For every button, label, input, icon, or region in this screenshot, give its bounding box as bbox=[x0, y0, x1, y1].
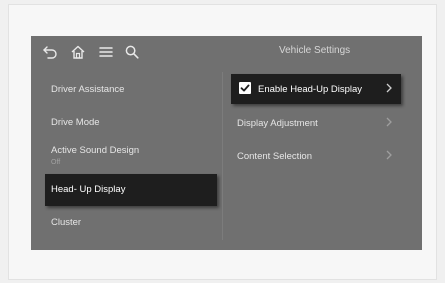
menu-item-label: Active Sound Design bbox=[51, 145, 140, 156]
menu-item-label: Head- Up Display bbox=[51, 184, 126, 195]
menu-item-cluster[interactable]: Cluster bbox=[45, 207, 217, 239]
left-menu: Driver Assistance Drive Mode Active Soun… bbox=[31, 72, 221, 250]
option-label: Content Selection bbox=[237, 151, 312, 162]
chevron-right-icon bbox=[383, 148, 395, 162]
option-content-selection[interactable]: Content Selection bbox=[231, 141, 401, 171]
panel-divider bbox=[222, 72, 223, 240]
menu-item-label: Driver Assistance bbox=[51, 84, 125, 95]
menu-item-label: Drive Mode bbox=[51, 117, 100, 128]
menu-item-drive-mode[interactable]: Drive Mode bbox=[45, 107, 217, 139]
option-enable-head-up-display[interactable]: Enable Head-Up Display bbox=[231, 74, 401, 104]
menu-item-label: Cluster bbox=[51, 217, 82, 228]
search-icon[interactable] bbox=[123, 43, 141, 61]
home-icon[interactable] bbox=[69, 43, 87, 61]
menu-item-driver-assistance[interactable]: Driver Assistance bbox=[45, 74, 217, 106]
option-label: Display Adjustment bbox=[237, 118, 318, 129]
chevron-right-icon bbox=[383, 115, 395, 129]
screen-title: Vehicle Settings bbox=[279, 45, 351, 56]
menu-icon[interactable] bbox=[97, 43, 115, 61]
options-list: Enable Head-Up Display Display Adjustmen… bbox=[225, 72, 421, 250]
menu-item-active-sound-design[interactable]: Active Sound Design Off bbox=[45, 139, 217, 171]
checkbox[interactable] bbox=[239, 82, 251, 94]
back-icon[interactable] bbox=[41, 43, 59, 61]
option-label: Enable Head-Up Display bbox=[258, 84, 363, 95]
chevron-right-icon bbox=[383, 81, 395, 95]
menu-item-sublabel: Off bbox=[51, 159, 61, 166]
option-display-adjustment[interactable]: Display Adjustment bbox=[231, 108, 401, 138]
menu-item-head-up-display[interactable]: Head- Up Display bbox=[45, 174, 217, 206]
infotainment-screen: Vehicle Settings Driver Assistance Drive… bbox=[31, 36, 422, 250]
checkmark-icon bbox=[240, 84, 250, 92]
top-bar: Vehicle Settings bbox=[31, 36, 422, 72]
